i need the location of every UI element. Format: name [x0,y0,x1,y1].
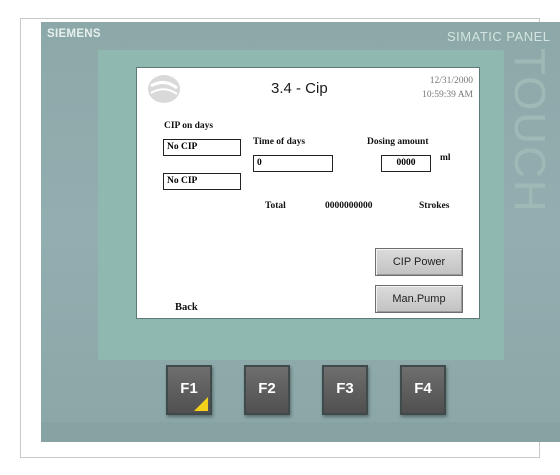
f2-key[interactable]: F2 [244,365,290,415]
dosing-unit-label: ml [440,153,451,163]
strokes-label: Strokes [419,201,450,211]
total-value: 0000000000 [325,201,373,211]
touch-screen: 3.4 - Cip 12/31/2000 10:59:39 AM CIP on … [136,67,480,319]
man-pump-button[interactable]: Man.Pump [375,285,463,313]
cip-on-days-label: CIP on days [164,121,214,131]
f4-key-label: F4 [414,380,432,397]
f3-key[interactable]: F3 [322,365,368,415]
model-label: SIMATIC PANEL [447,29,551,44]
f4-key[interactable]: F4 [400,365,446,415]
touch-label: TOUCH [505,48,554,214]
time-display: 10:59:39 AM [422,90,473,100]
company-logo-icon [148,75,180,103]
brand-logo: SIEMENS [47,28,101,40]
cip-on-days-field-1[interactable]: No CIP [163,139,241,156]
back-button[interactable]: Back [175,302,198,313]
cip-power-button[interactable]: CIP Power [375,248,463,276]
f3-key-label: F3 [336,380,354,397]
f1-key[interactable]: F1 [166,365,212,415]
panel-bottom-edge [41,422,560,442]
screen-title: 3.4 - Cip [271,80,328,97]
dosing-amount-input[interactable]: 0000 [381,155,431,172]
date-display: 12/31/2000 [429,76,473,86]
f1-indicator-icon [194,397,208,411]
time-of-days-label: Time of days [253,137,306,147]
total-label: Total [265,201,286,211]
f2-key-label: F2 [258,380,276,397]
f1-key-label: F1 [180,380,198,397]
dosing-amount-label: Dosing amount [367,137,429,147]
cip-on-days-field-2[interactable]: No CIP [163,173,241,190]
time-of-days-input[interactable]: 0 [253,155,333,172]
